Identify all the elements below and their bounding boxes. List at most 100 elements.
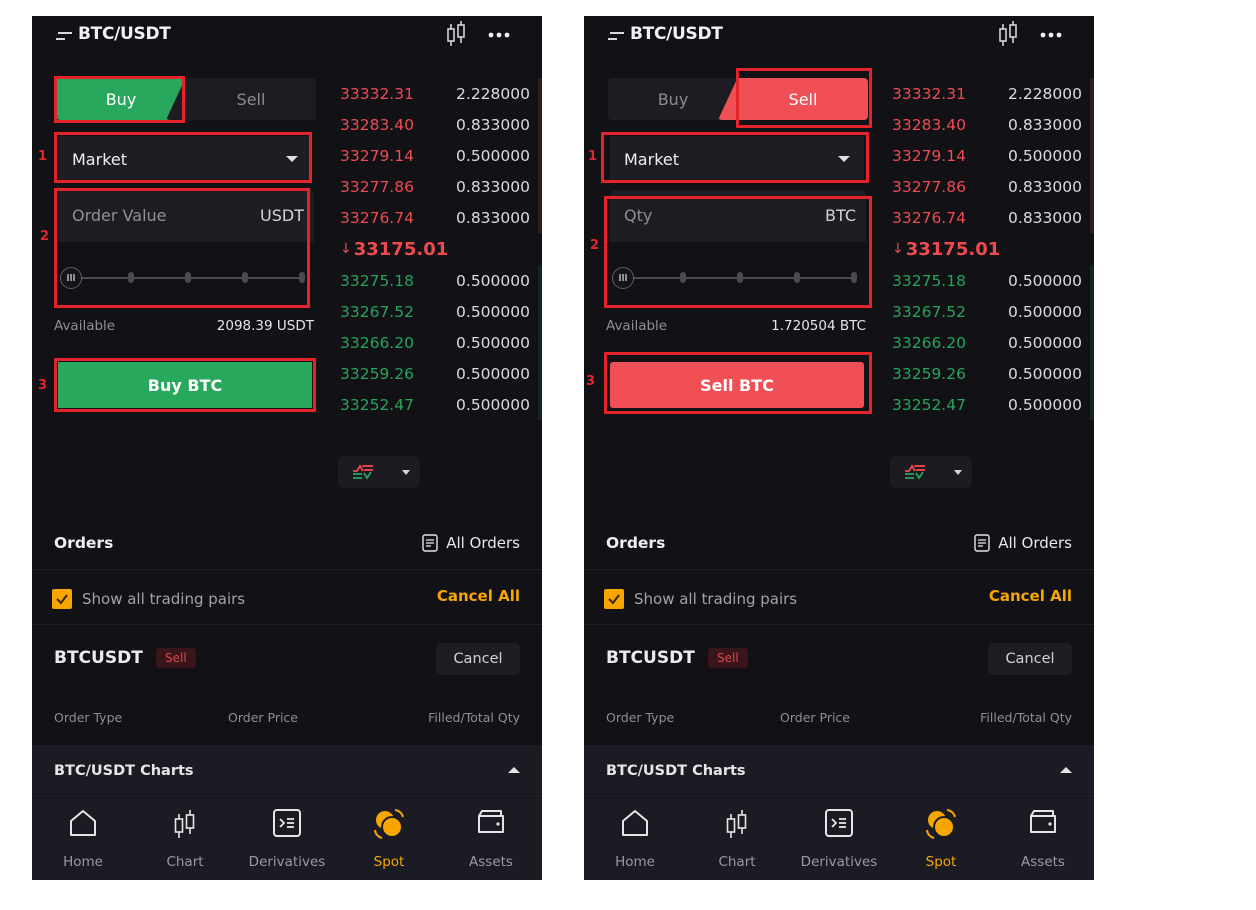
cancel-all-button[interactable]: Cancel All: [989, 587, 1072, 605]
bid-qty: 0.500000: [1008, 302, 1082, 321]
menu-icon[interactable]: [56, 30, 72, 42]
ask-row[interactable]: 33332.31 2.228000: [338, 78, 542, 109]
nav-assets[interactable]: Assets: [992, 798, 1094, 880]
bid-depth-bar: [1090, 358, 1094, 389]
available-label: Available: [54, 318, 116, 334]
bid-row[interactable]: 33259.26 0.500000: [890, 358, 1094, 389]
last-price: ↓ 33175.01: [338, 233, 542, 265]
slider-stop-75[interactable]: [794, 272, 800, 283]
all-orders-label: All Orders: [446, 534, 520, 552]
bid-row[interactable]: 33267.52 0.500000: [890, 296, 1094, 327]
order-type-select[interactable]: Market: [610, 136, 864, 182]
bid-row[interactable]: 33275.18 0.500000: [338, 265, 542, 296]
slider-stop-100[interactable]: [299, 272, 305, 283]
slider-stop-50[interactable]: [185, 272, 191, 283]
pair-title[interactable]: BTC/USDT: [630, 24, 723, 44]
ask-depth-bar: [1090, 171, 1094, 202]
orders-title: Orders: [54, 534, 114, 552]
slider-handle[interactable]: [60, 267, 82, 289]
bid-row[interactable]: 33267.52 0.500000: [338, 296, 542, 327]
bid-qty: 0.500000: [1008, 364, 1082, 383]
ask-row[interactable]: 33279.14 0.500000: [338, 140, 542, 171]
spot-icon: [374, 809, 404, 839]
menu-icon[interactable]: [608, 30, 624, 42]
cancel-all-button[interactable]: Cancel All: [437, 587, 520, 605]
tab-buy[interactable]: Buy: [56, 78, 186, 120]
more-icon[interactable]: [488, 32, 510, 38]
more-icon[interactable]: [1040, 32, 1062, 38]
slider-stop-75[interactable]: [242, 272, 248, 283]
cancel-order-button[interactable]: Cancel: [436, 643, 520, 675]
ask-row[interactable]: 33283.40 0.833000: [890, 109, 1094, 140]
ask-row[interactable]: 33277.86 0.833000: [890, 171, 1094, 202]
available-value: 2098.39 USDT: [216, 318, 314, 334]
ask-row[interactable]: 33332.31 2.228000: [890, 78, 1094, 109]
derivatives-icon: [825, 809, 853, 837]
nav-chart[interactable]: Chart: [134, 798, 236, 880]
cancel-order-button[interactable]: Cancel: [988, 643, 1072, 675]
slider-stop-25[interactable]: [128, 272, 134, 283]
ask-price: 33332.31: [340, 84, 414, 103]
tab-sell[interactable]: Sell: [166, 78, 316, 120]
nav-spot[interactable]: Spot: [890, 798, 992, 880]
ask-depth-bar: [1090, 109, 1094, 140]
bid-row[interactable]: 33252.47 0.500000: [890, 389, 1094, 420]
order-type-select[interactable]: Market: [58, 136, 312, 182]
slider-handle[interactable]: [612, 267, 634, 289]
document-icon: [974, 534, 990, 552]
qty-input[interactable]: Qty BTC: [610, 190, 866, 242]
show-all-pairs-checkbox[interactable]: [52, 589, 72, 609]
tab-buy[interactable]: Buy: [608, 78, 738, 120]
ask-row[interactable]: 33283.40 0.833000: [338, 109, 542, 140]
bid-depth-bar: [538, 327, 542, 358]
charts-drawer-toggle[interactable]: BTC/USDT Charts: [584, 745, 1094, 797]
slider-stop-25[interactable]: [680, 272, 686, 283]
bid-row[interactable]: 33252.47 0.500000: [338, 389, 542, 420]
pair-title[interactable]: BTC/USDT: [78, 24, 171, 44]
bid-price: 33267.52: [340, 302, 414, 321]
book-display-toggle[interactable]: [338, 456, 420, 488]
percent-slider[interactable]: [58, 242, 314, 304]
charts-drawer-toggle[interactable]: BTC/USDT Charts: [32, 745, 542, 797]
show-all-pairs-label[interactable]: Show all trading pairs: [634, 590, 797, 608]
nav-home[interactable]: Home: [32, 798, 134, 880]
order-value-input[interactable]: Order Value USDT: [58, 190, 314, 242]
home-icon: [622, 810, 648, 836]
nav-home-label: Home: [615, 854, 655, 870]
arrow-down-icon: ↓: [340, 241, 352, 257]
buy-btc-button[interactable]: Buy BTC: [58, 362, 312, 408]
candlestick-chart-icon[interactable]: [996, 20, 1020, 48]
all-orders-link[interactable]: All Orders: [422, 534, 520, 552]
nav-chart[interactable]: Chart: [686, 798, 788, 880]
slider-stop-50[interactable]: [737, 272, 743, 283]
nav-derivatives[interactable]: Derivatives: [788, 798, 890, 880]
ask-row[interactable]: 33276.74 0.833000: [338, 202, 542, 233]
bid-row[interactable]: 33266.20 0.500000: [338, 327, 542, 358]
bid-qty: 0.500000: [456, 364, 530, 383]
show-all-pairs-checkbox[interactable]: [604, 589, 624, 609]
bid-row[interactable]: 33259.26 0.500000: [338, 358, 542, 389]
orders-header: Orders All Orders: [32, 516, 542, 570]
nav-home[interactable]: Home: [584, 798, 686, 880]
tab-sell[interactable]: Sell: [718, 78, 868, 120]
bid-row[interactable]: 33275.18 0.500000: [890, 265, 1094, 296]
ask-depth-bar: [538, 78, 542, 109]
show-all-pairs-label[interactable]: Show all trading pairs: [82, 590, 245, 608]
nav-assets[interactable]: Assets: [440, 798, 542, 880]
wallet-icon: [478, 810, 504, 833]
nav-derivatives[interactable]: Derivatives: [236, 798, 338, 880]
bid-row[interactable]: 33266.20 0.500000: [890, 327, 1094, 358]
sell-btc-button[interactable]: Sell BTC: [610, 362, 864, 408]
ask-row[interactable]: 33279.14 0.500000: [890, 140, 1094, 171]
slider-stop-100[interactable]: [851, 272, 857, 283]
percent-slider[interactable]: [610, 242, 866, 304]
ask-row[interactable]: 33277.86 0.833000: [338, 171, 542, 202]
book-display-toggle[interactable]: [890, 456, 972, 488]
all-orders-link[interactable]: All Orders: [974, 534, 1072, 552]
nav-spot[interactable]: Spot: [338, 798, 440, 880]
bottom-nav: Home Chart Derivatives Spot Assets: [32, 798, 542, 880]
candlestick-chart-icon[interactable]: [444, 20, 468, 48]
bid-qty: 0.500000: [456, 395, 530, 414]
ask-qty: 0.833000: [1008, 115, 1082, 134]
ask-row[interactable]: 33276.74 0.833000: [890, 202, 1094, 233]
